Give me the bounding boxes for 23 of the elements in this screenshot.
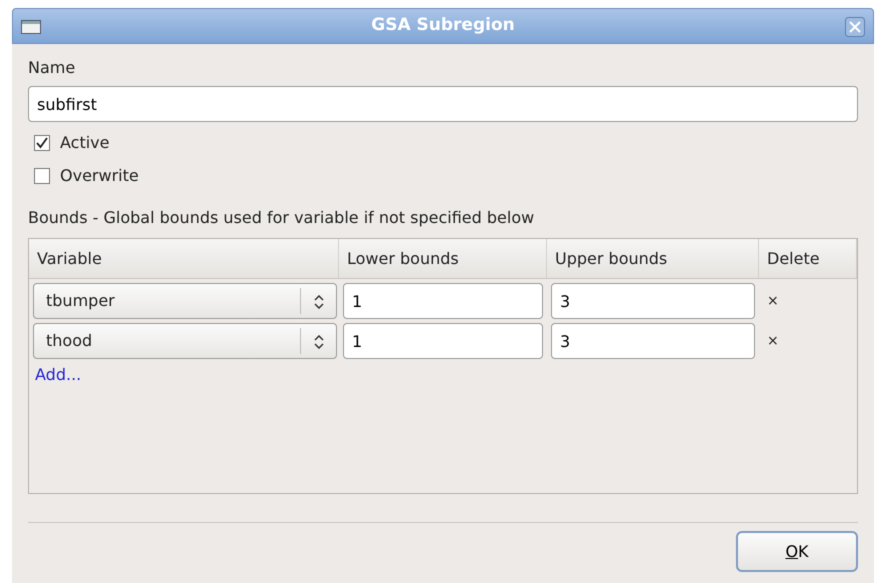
name-field[interactable]: subfirst bbox=[28, 86, 858, 122]
ok-button[interactable]: OK bbox=[736, 531, 858, 572]
section-label: Bounds - Global bounds used for variable if not specified below bbox=[28, 207, 536, 229]
column-header: Variable bbox=[29, 239, 339, 278]
delete-button[interactable]: × bbox=[767, 332, 779, 348]
variable-dropdown[interactable]: tbumper bbox=[33, 283, 337, 319]
window-title: GSA Subregion bbox=[370, 14, 516, 38]
checkbox[interactable] bbox=[34, 168, 50, 184]
close-icon[interactable] bbox=[845, 14, 865, 38]
column-header: Upper bounds bbox=[547, 239, 759, 278]
field-label: Name bbox=[28, 57, 76, 79]
checkbox-label: Active bbox=[60, 132, 110, 154]
lower-bound-field[interactable]: 1 bbox=[343, 283, 543, 319]
lower-bound-field[interactable]: 1 bbox=[343, 323, 543, 359]
variable-dropdown[interactable]: thood bbox=[33, 323, 337, 359]
upper-bound-field[interactable]: 3 bbox=[551, 283, 755, 319]
add-link[interactable]: Add... bbox=[29, 365, 82, 384]
checkbox[interactable] bbox=[34, 134, 50, 150]
column-header: Lower bounds bbox=[339, 239, 547, 278]
delete-button[interactable]: × bbox=[767, 292, 779, 308]
column-header: Delete bbox=[759, 239, 857, 278]
upper-bound-field[interactable]: 3 bbox=[551, 323, 755, 359]
checkbox-label: Overwrite bbox=[60, 164, 139, 186]
